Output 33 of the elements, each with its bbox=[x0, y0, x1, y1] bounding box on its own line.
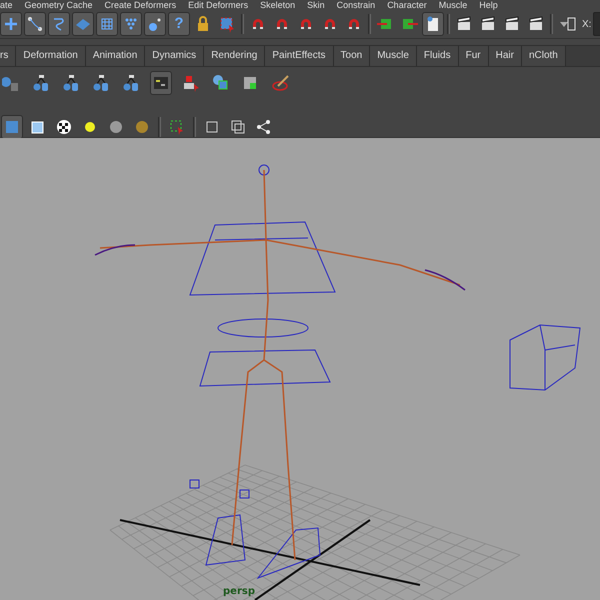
menu-item[interactable]: Help bbox=[479, 0, 498, 11]
shelf-tab[interactable]: Fur bbox=[458, 46, 489, 66]
shelf-tab[interactable]: Fluids bbox=[416, 46, 459, 66]
camera-label: persp bbox=[223, 586, 255, 597]
shelf-tab[interactable]: Hair bbox=[488, 46, 522, 66]
shelf-tab[interactable]: Rendering bbox=[204, 46, 266, 66]
shelf-tab[interactable]: Animation bbox=[86, 46, 146, 66]
shelf-tab[interactable]: rs bbox=[0, 46, 16, 66]
shelf-tab[interactable]: Toon bbox=[334, 46, 370, 66]
shelf-tab[interactable]: nCloth bbox=[522, 46, 566, 66]
menu-item[interactable]: Character bbox=[387, 0, 427, 11]
menu-item[interactable]: Muscle bbox=[438, 0, 468, 11]
menu-item[interactable]: Skeleton bbox=[260, 0, 296, 11]
points-icon[interactable] bbox=[120, 12, 142, 36]
shelf-tab[interactable]: Dynamics bbox=[145, 46, 204, 66]
menu-item[interactable]: Constrain bbox=[336, 0, 376, 11]
coordinate-field[interactable] bbox=[593, 12, 600, 36]
plus-icon[interactable] bbox=[0, 12, 22, 36]
shelf-tab[interactable]: Deformation bbox=[16, 46, 86, 66]
surface-icon[interactable] bbox=[72, 12, 94, 36]
menu-item[interactable]: Edit Deformers bbox=[188, 0, 248, 11]
shelf-tab[interactable]: Muscle bbox=[370, 46, 417, 66]
lattice-icon[interactable] bbox=[96, 12, 118, 36]
sphere-particles-icon[interactable] bbox=[144, 12, 166, 36]
joint-curve-icon[interactable] bbox=[24, 12, 46, 36]
menu-item[interactable]: Skin bbox=[307, 0, 325, 11]
coordinate-label: X: bbox=[582, 18, 592, 30]
menu-item[interactable]: Geometry Cache bbox=[24, 0, 93, 11]
curve-icon[interactable] bbox=[48, 12, 70, 36]
outliner-icon[interactable] bbox=[150, 71, 172, 96]
shelf-tab[interactable]: PaintEffects bbox=[265, 46, 334, 66]
menu-item[interactable]: ate bbox=[0, 0, 13, 11]
menu-item[interactable]: Create Deformers bbox=[104, 0, 176, 11]
